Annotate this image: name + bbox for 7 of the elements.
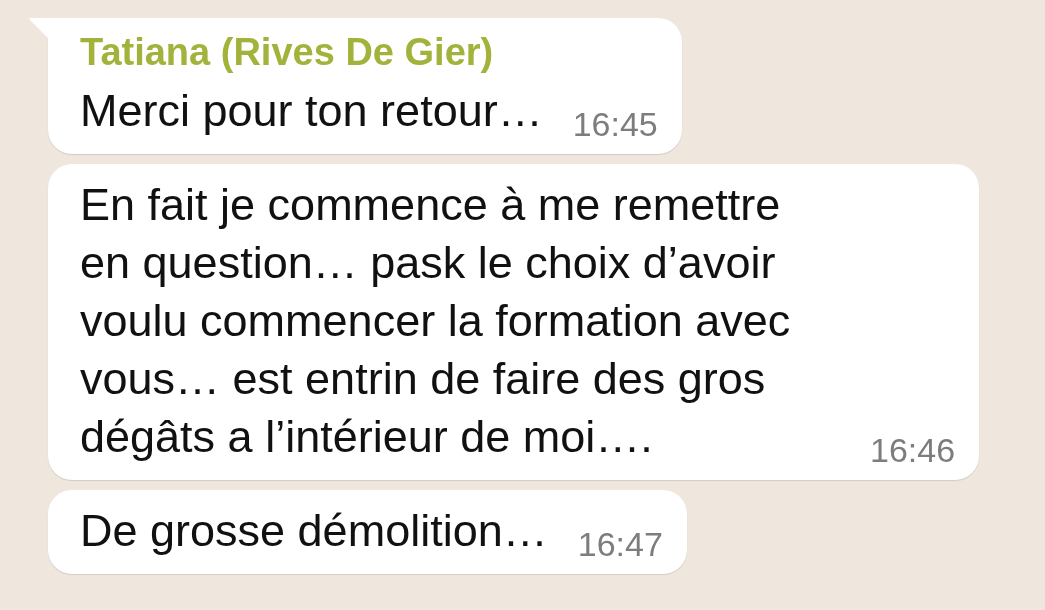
- message-text: De grosse démolition…: [80, 504, 548, 558]
- message-time: 16:47: [577, 524, 663, 564]
- message-time: 16:45: [572, 104, 658, 144]
- sender-name: Tatiana (Rives De Gier): [80, 30, 495, 74]
- message-text: Merci pour ton retour…: [80, 84, 543, 138]
- message-text: En fait je commence à me remettre en question… pask le choix d’avoir voulu commencer la formation avec vous… est entrin de faire des gros dégâts a l’intérieur de moi….: [80, 178, 792, 464]
- message-time: 16:46: [870, 430, 956, 470]
